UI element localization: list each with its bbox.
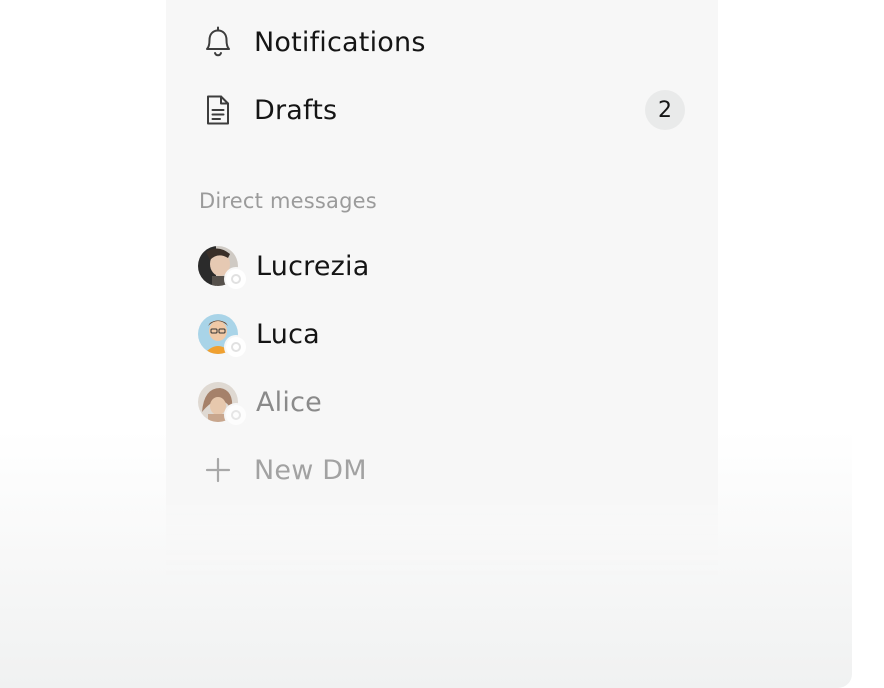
sidebar-item-label: Drafts [254, 94, 338, 126]
dm-item-alice[interactable]: Alice [198, 378, 688, 426]
sidebar-item-label: Notifications [254, 26, 426, 58]
sidebar-item-drafts[interactable]: Drafts 2 [198, 86, 688, 134]
sidebar-item-notifications[interactable]: Notifications [198, 18, 688, 66]
dm-item-lucrezia[interactable]: Lucrezia [198, 242, 688, 290]
avatar-alice-icon [198, 382, 246, 425]
new-dm-label: New DM [254, 454, 367, 486]
direct-messages-heading: Direct messages [199, 189, 377, 213]
new-dm-button[interactable]: New DM [198, 446, 688, 494]
plus-icon [198, 449, 240, 491]
dm-item-luca[interactable]: Luca [198, 310, 688, 358]
presence-indicator [226, 405, 246, 425]
dm-contact-name: Lucrezia [256, 250, 370, 282]
drafts-count-badge: 2 [645, 90, 685, 130]
dm-contact-name: Luca [256, 318, 320, 350]
presence-indicator [226, 269, 246, 289]
avatar-lucrezia-icon [198, 246, 246, 289]
dm-contact-name: Alice [256, 386, 322, 418]
presence-indicator [226, 337, 246, 357]
bell-icon [198, 21, 240, 63]
document-icon [198, 89, 240, 131]
avatar-luca-icon [198, 314, 246, 357]
